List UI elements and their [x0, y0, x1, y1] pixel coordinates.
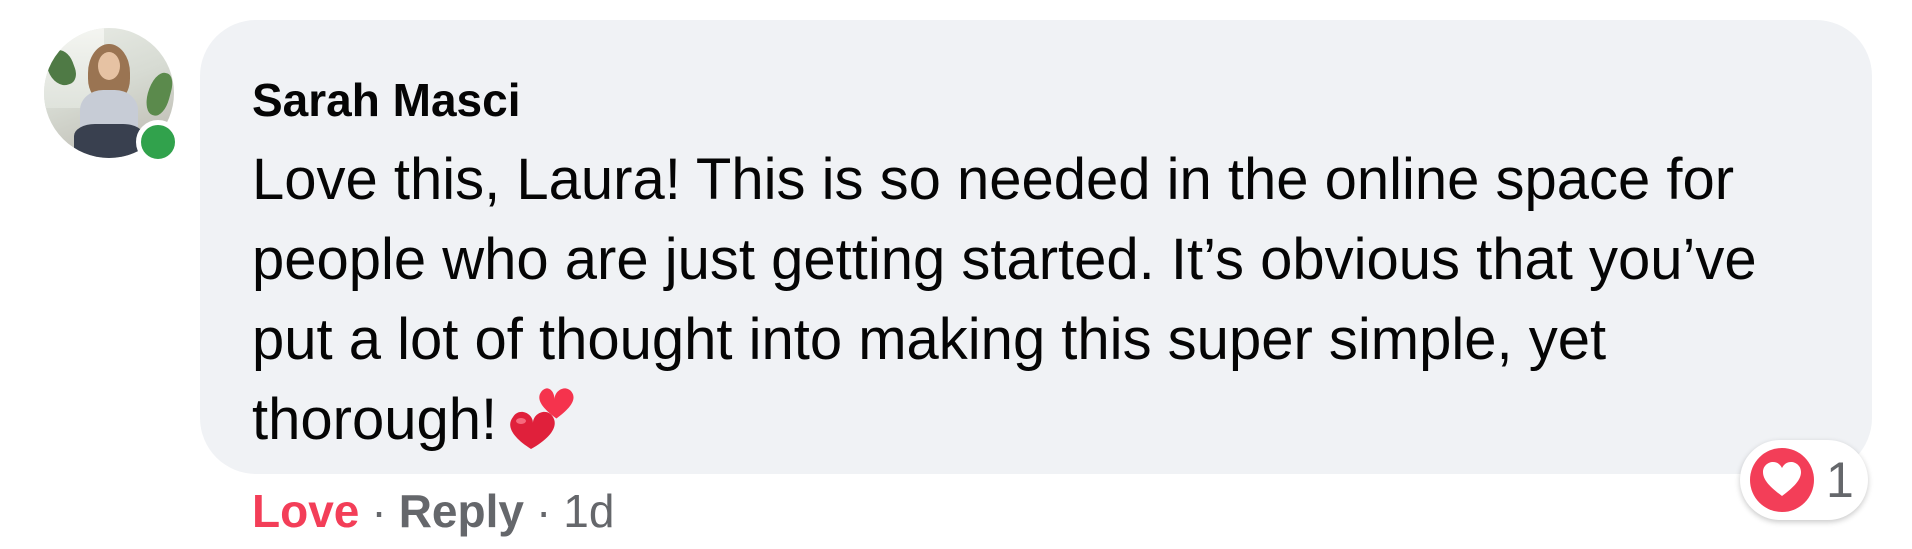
love-button[interactable]: Love	[252, 485, 359, 537]
comment-actions: Love · Reply · 1d	[252, 482, 614, 540]
two-hearts-icon	[507, 385, 581, 451]
separator: ·	[535, 485, 552, 537]
reaction-summary[interactable]: 1	[1740, 440, 1868, 520]
separator: ·	[371, 485, 387, 537]
comment: Sarah Masci Love this, Laura! This is so…	[0, 0, 1912, 549]
comment-body: Love this, Laura! This is so needed in t…	[252, 147, 1757, 452]
reply-button[interactable]: Reply	[399, 485, 524, 537]
avatar-wrap[interactable]	[44, 28, 180, 164]
reaction-count: 1	[1826, 452, 1854, 508]
love-reaction-icon	[1750, 448, 1814, 512]
comment-author[interactable]: Sarah Masci	[252, 72, 1820, 128]
comment-bubble: Sarah Masci Love this, Laura! This is so…	[200, 20, 1872, 474]
online-status-indicator	[136, 120, 180, 164]
comment-text: Love this, Laura! This is so needed in t…	[252, 140, 1832, 460]
comment-timestamp[interactable]: 1d	[563, 485, 614, 537]
